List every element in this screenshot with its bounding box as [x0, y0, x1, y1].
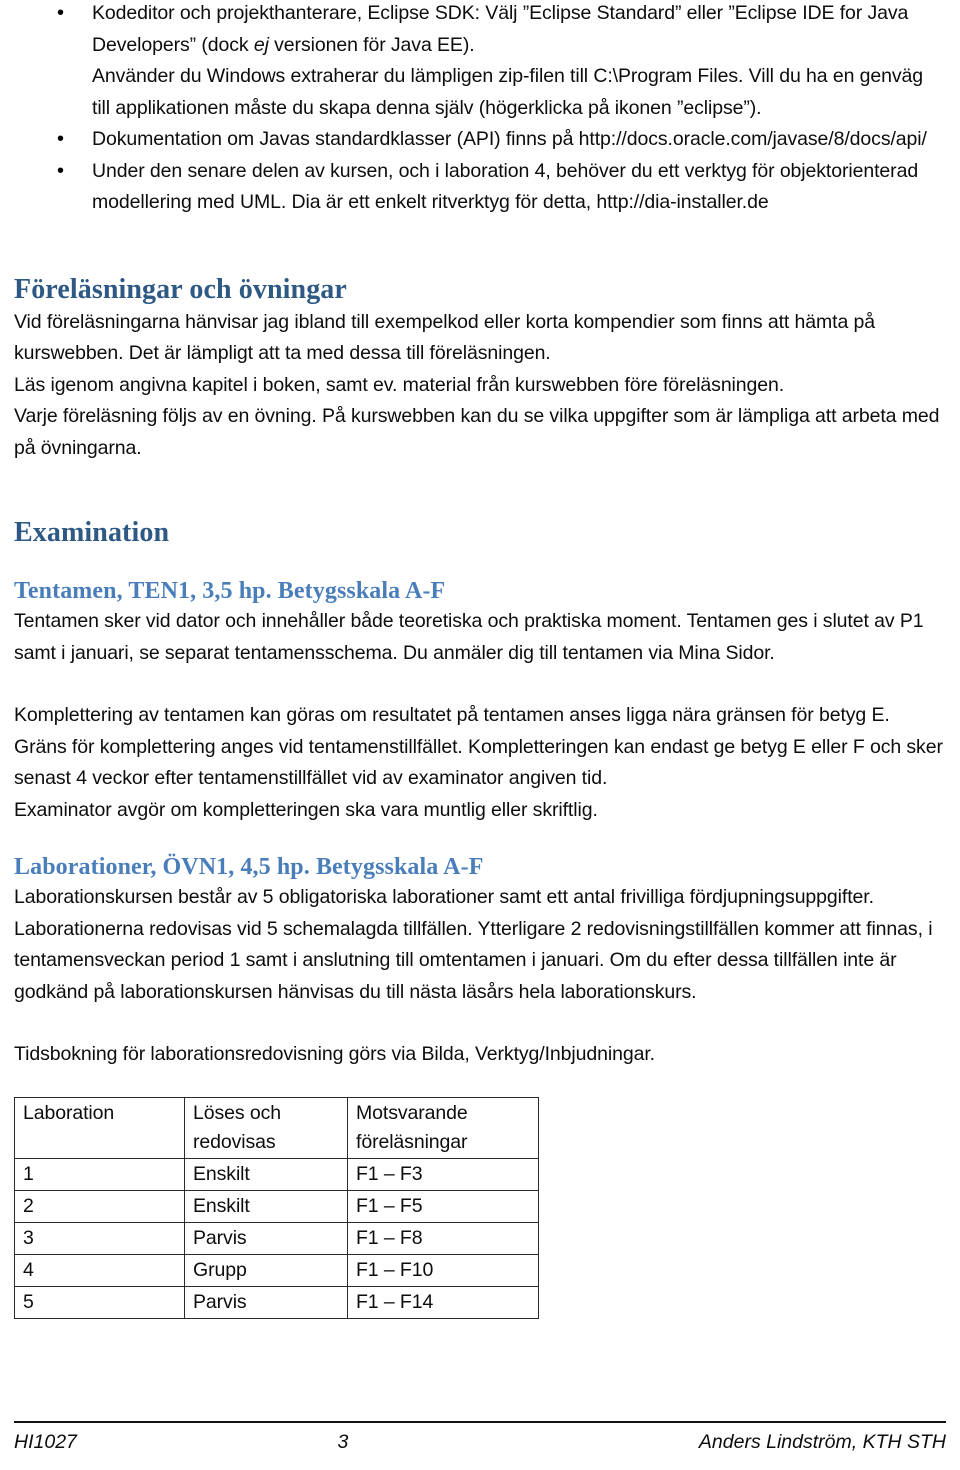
table-header-cell-motsvarande-forelasningar: Motsvarande föreläsningar [347, 1096, 539, 1159]
subheading-exam: Tentamen, TEN1, 3,5 hp. Betygsskala A-F [14, 578, 446, 604]
page-footer: HI1027 3 Anders Lindström, KTH STH [14, 1421, 946, 1456]
lectures-paragraph-1: Vid föreläsningarna hänvisar jag ibland … [14, 310, 876, 365]
bullet-text-italic: ej [253, 33, 269, 56]
table-cell-lab-mode: Grupp [184, 1253, 348, 1287]
labs-paragraph-3: Tidsbokning för laborationsredovisning g… [14, 1043, 655, 1065]
bullet-marker-icon: • [57, 2, 65, 24]
table-cell-lab-lectures: F1 – F14 [347, 1285, 539, 1319]
bullet-marker-icon: • [57, 128, 65, 150]
table-row: 1 Enskilt F1 – F3 [14, 1157, 539, 1191]
table-cell-lab-number: 3 [14, 1221, 185, 1255]
exam-paragraph-3: Examinator avgör om kompletteringen ska … [14, 798, 598, 821]
table-row: 3 Parvis F1 – F8 [14, 1221, 539, 1255]
table-row: 5 Parvis F1 – F14 [14, 1285, 539, 1319]
list-item: • Kodeditor och projekthanterare, Eclips… [14, 0, 946, 124]
table-row: 2 Enskilt F1 – F5 [14, 1189, 539, 1223]
table-header-row: Laboration Löses och redovisas Motsvaran… [14, 1096, 539, 1159]
table-cell-lab-mode: Parvis [184, 1221, 348, 1255]
bullet-marker-icon: • [57, 159, 65, 182]
subheading-labs: Laborationer, ÖVN1, 4,5 hp. Betygsskala … [14, 854, 484, 880]
exam-paragraph-2: Komplettering av tentamen kan göras om r… [14, 704, 943, 789]
table-cell-lab-mode: Enskilt [184, 1189, 348, 1223]
footer-author: Anders Lindström, KTH STH [698, 1431, 946, 1453]
software-requirements-list: • Kodeditor och projekthanterare, Eclips… [14, 0, 946, 219]
table-cell-lab-mode: Parvis [184, 1285, 348, 1319]
list-item: • Dokumentation om Javas standardklasser… [14, 124, 946, 156]
footer-page-number: 3 [337, 1431, 349, 1453]
bullet-text-uml-tool: Under den senare delen av kursen, och i … [92, 159, 919, 214]
bullet-text-api-docs: Dokumentation om Javas standardklasser (… [92, 128, 927, 150]
table-cell-lab-number: 4 [14, 1253, 185, 1287]
bullet-text-part-2: versionen för Java EE). [268, 33, 475, 56]
table-cell-lab-mode: Enskilt [184, 1157, 348, 1191]
list-item: • Under den senare delen av kursen, och … [14, 156, 946, 219]
lectures-paragraph-2: Läs igenom angivna kapitel i boken, samt… [14, 373, 785, 396]
table-cell-lab-lectures: F1 – F3 [347, 1157, 539, 1191]
bullet-text-part-1: Kodeditor och projekthanterare, Eclipse … [92, 2, 909, 56]
footer-course-code: HI1027 [14, 1431, 77, 1453]
bullet-subtext-windows: Använder du Windows extraherar du lämpli… [92, 65, 924, 119]
table-header-cell-loses-redovisas: Löses och redovisas [184, 1096, 348, 1159]
table-cell-lab-number: 5 [14, 1285, 185, 1319]
heading-examination: Examination [14, 517, 170, 548]
heading-lectures: Föreläsningar och övningar [14, 273, 347, 305]
labs-paragraph-2: Laborationerna redovisas vid 5 schemalag… [14, 917, 933, 1003]
lectures-paragraph-3: Varje föreläsning följs av en övning. På… [14, 405, 940, 459]
table-cell-lab-number: 1 [14, 1157, 185, 1191]
table-cell-lab-number: 2 [14, 1189, 185, 1223]
table-cell-lab-lectures: F1 – F8 [347, 1221, 539, 1255]
bullet-text-eclipse: Kodeditor och projekthanterare, Eclipse … [92, 0, 946, 61]
labs-paragraph-1: Laborationskursen består av 5 obligatori… [14, 886, 874, 908]
table-cell-lab-lectures: F1 – F5 [347, 1189, 539, 1223]
table-cell-lab-lectures: F1 – F10 [347, 1253, 539, 1287]
exam-paragraph-1: Tentamen sker vid dator och innehåller b… [14, 610, 924, 664]
table-header-cell-laboration: Laboration [14, 1096, 185, 1159]
document-page: • Kodeditor och projekthanterare, Eclips… [0, 0, 960, 1470]
lab-overview-table: Laboration Löses och redovisas Motsvaran… [14, 1096, 539, 1319]
table-row: 4 Grupp F1 – F10 [14, 1253, 539, 1287]
